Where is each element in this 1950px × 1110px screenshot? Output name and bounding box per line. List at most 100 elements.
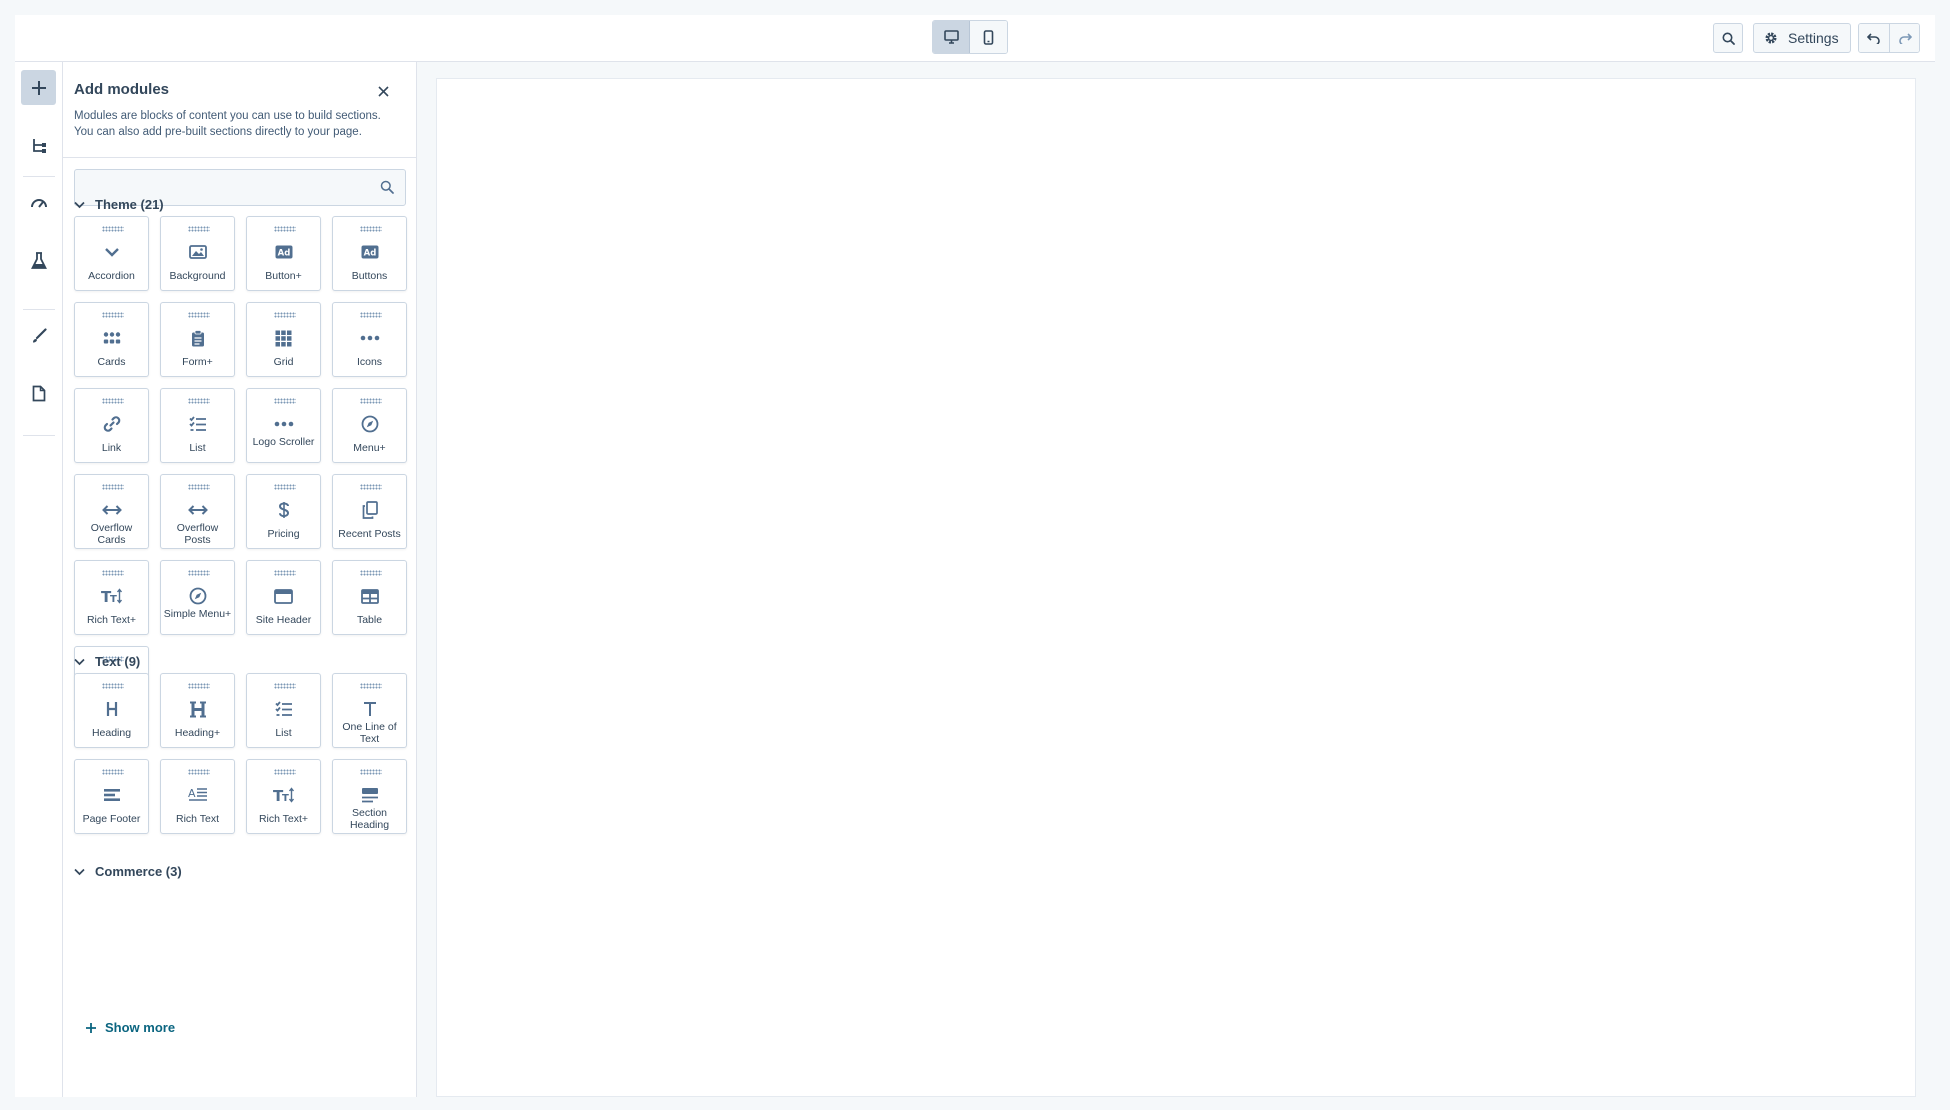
gauge-icon — [30, 198, 47, 208]
module-tile[interactable]: Background — [160, 216, 235, 291]
rail-divider — [23, 435, 55, 436]
checklist-icon — [161, 415, 234, 433]
module-label: List — [189, 442, 206, 454]
module-tile[interactable]: Grid — [246, 302, 321, 377]
svg-text:Ad: Ad — [277, 248, 290, 258]
module-label: Menu+ — [353, 442, 386, 454]
drag-handle-icon — [102, 226, 124, 232]
clipboard-icon — [161, 329, 234, 347]
module-label: Site Header — [255, 614, 312, 626]
ellipsis-icon — [247, 415, 320, 433]
drag-handle-icon — [102, 769, 124, 775]
chevron-down-icon — [75, 243, 148, 261]
page-button[interactable] — [21, 376, 56, 411]
module-tile[interactable]: Logo Scroller — [246, 388, 321, 463]
drag-handle-icon — [360, 226, 382, 232]
design-button[interactable] — [21, 318, 56, 353]
drag-handle-icon — [360, 312, 382, 318]
module-tile[interactable]: One Line of Text — [332, 673, 407, 748]
drag-handle-icon — [360, 484, 382, 490]
section-header[interactable]: Text (9) — [74, 654, 140, 669]
panel-title: Add modules — [74, 81, 170, 98]
add-modules-panel: Add modules Modules are blocks of conten… — [63, 62, 417, 1097]
link-icon — [75, 415, 148, 433]
module-tile[interactable]: T T Rich Text+ — [246, 759, 321, 834]
module-label: Rich Text — [176, 813, 219, 825]
table-icon — [333, 587, 406, 605]
module-tile[interactable]: Cards — [74, 302, 149, 377]
module-tile[interactable]: Form+ — [160, 302, 235, 377]
section-title: Theme (21) — [95, 197, 164, 212]
module-label: Icons — [356, 356, 383, 368]
left-rail — [15, 62, 63, 1097]
text-t-icon — [333, 700, 406, 718]
module-tile[interactable]: T T Rich Text+ — [74, 560, 149, 635]
svg-text:T: T — [282, 793, 289, 803]
module-label: List — [275, 727, 292, 739]
undo-button[interactable] — [1859, 24, 1889, 52]
module-tile[interactable]: Pricing — [246, 474, 321, 549]
optimize-button[interactable] — [21, 185, 56, 220]
module-tile[interactable]: List — [246, 673, 321, 748]
section-heading-icon — [333, 786, 406, 804]
module-tile[interactable]: Heading — [74, 673, 149, 748]
module-label: Rich Text+ — [86, 614, 137, 626]
svg-text:T: T — [110, 594, 117, 604]
show-more-button[interactable]: Show more — [85, 1020, 175, 1035]
search-icon — [1722, 32, 1735, 45]
test-button[interactable] — [21, 243, 56, 278]
mobile-preview-button[interactable] — [970, 21, 1007, 53]
flask-icon — [30, 251, 47, 269]
top-toolbar: Settings — [15, 15, 1935, 62]
module-tile[interactable]: Link — [74, 388, 149, 463]
module-tile[interactable]: Icons — [332, 302, 407, 377]
panel-description: Modules are blocks of content you can us… — [74, 110, 381, 138]
add-modules-button[interactable] — [21, 70, 56, 105]
page-canvas[interactable] — [436, 78, 1916, 1097]
module-tile[interactable]: Ad Buttons — [332, 216, 407, 291]
module-tile[interactable]: A Rich Text — [160, 759, 235, 834]
arrows-horizontal-icon — [161, 501, 234, 519]
rail-divider — [23, 176, 55, 177]
module-tile[interactable]: Page Footer — [74, 759, 149, 834]
ad-icon: Ad — [333, 243, 406, 261]
module-tile[interactable]: Table — [332, 560, 407, 635]
module-label: Rich Text+ — [258, 813, 309, 825]
drag-handle-icon — [188, 683, 210, 689]
desktop-preview-button[interactable] — [933, 21, 970, 53]
section-title: Commerce (3) — [95, 864, 182, 879]
mobile-icon — [983, 29, 994, 45]
module-tile[interactable]: Menu+ — [332, 388, 407, 463]
text-size-icon: TT — [247, 786, 320, 804]
module-tile[interactable]: Overflow Cards — [74, 474, 149, 549]
module-tile[interactable]: Heading+ — [160, 673, 235, 748]
search-button[interactable] — [1713, 23, 1743, 53]
layers-button[interactable] — [21, 128, 56, 163]
module-label: Page Footer — [82, 813, 141, 825]
module-tile[interactable]: Site Header — [246, 560, 321, 635]
module-tile[interactable]: Recent Posts — [332, 474, 407, 549]
module-label: Form+ — [182, 356, 213, 368]
module-tile[interactable]: Accordion — [74, 216, 149, 291]
module-label: Recent Posts — [338, 528, 401, 540]
module-tile[interactable]: Ad Button+ — [246, 216, 321, 291]
section-header[interactable]: Commerce (3) — [74, 864, 182, 879]
redo-button[interactable] — [1889, 24, 1919, 52]
drag-handle-icon — [188, 226, 210, 232]
module-tile[interactable]: List — [160, 388, 235, 463]
section-header[interactable]: Theme (21) — [74, 197, 164, 212]
module-tile[interactable]: Simple Menu+ — [160, 560, 235, 635]
gear-icon — [1765, 32, 1777, 44]
drag-handle-icon — [274, 312, 296, 318]
module-tile[interactable]: Overflow Posts — [160, 474, 235, 549]
rich-text-icon: A — [161, 786, 234, 804]
chevron-down-icon — [74, 658, 85, 665]
copy-icon — [333, 501, 406, 519]
drag-handle-icon — [360, 683, 382, 689]
rail-divider — [23, 309, 55, 310]
close-panel-button[interactable] — [374, 82, 392, 100]
module-tile[interactable]: Section Heading — [332, 759, 407, 834]
brush-icon — [32, 327, 47, 342]
undo-icon — [1867, 33, 1880, 44]
settings-button[interactable]: Settings — [1753, 23, 1851, 53]
